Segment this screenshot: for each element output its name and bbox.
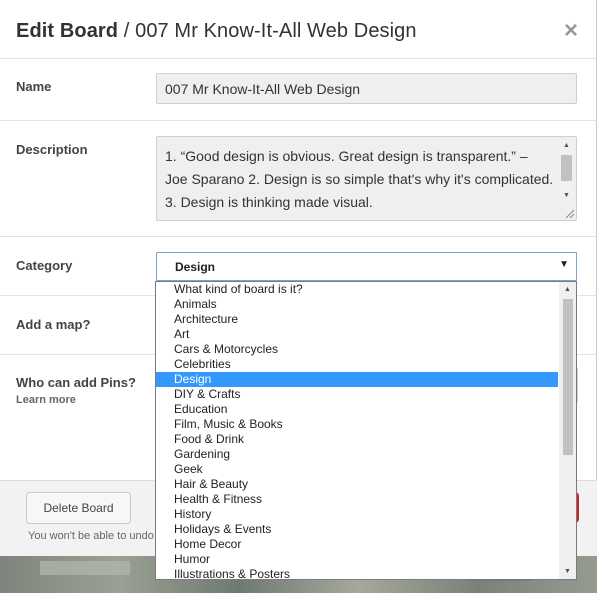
category-option[interactable]: Gardening <box>156 447 558 462</box>
name-row: Name 007 Mr Know-It-All Web Design <box>0 59 597 121</box>
scrollbar-thumb[interactable] <box>563 299 573 455</box>
category-option[interactable]: Art <box>156 327 558 342</box>
triangle-up-icon[interactable]: ▲ <box>560 140 573 152</box>
dropdown-scrollbar[interactable]: ▲ ▼ <box>559 282 576 579</box>
category-option[interactable]: Holidays & Events <box>156 522 558 537</box>
delete-board-button[interactable]: Delete Board <box>26 492 131 524</box>
triangle-up-icon[interactable]: ▲ <box>559 282 576 297</box>
category-option[interactable]: Cars & Motorcycles <box>156 342 558 357</box>
resize-grip-icon[interactable] <box>564 208 574 218</box>
pins-label: Who can add Pins? <box>16 375 136 390</box>
learn-more-link[interactable]: Learn more <box>16 394 76 406</box>
category-option[interactable]: Design <box>156 372 558 387</box>
category-option[interactable]: What kind of board is it? <box>156 282 558 297</box>
delete-warning-text: You won't be able to undo <box>28 530 154 542</box>
description-text: 1. “Good design is obvious. Great design… <box>165 148 554 210</box>
modal-header: Edit Board / 007 Mr Know-It-All Web Desi… <box>0 0 596 59</box>
category-options: What kind of board is it? Animals Architec… <box>156 282 576 579</box>
edit-board-modal: Edit Board / 007 Mr Know-It-All Web Desi… <box>0 0 597 580</box>
description-row: Description 1. “Good design is obvious. … <box>0 121 597 237</box>
category-option[interactable]: Film, Music & Books <box>156 417 558 432</box>
category-option[interactable]: DIY & Crafts <box>156 387 558 402</box>
category-option[interactable]: Geek <box>156 462 558 477</box>
description-label: Description <box>16 142 88 157</box>
category-option[interactable]: Celebrities <box>156 357 558 372</box>
category-dropdown-list[interactable]: What kind of board is it? Animals Architec… <box>155 281 577 580</box>
modal-title: Edit Board / 007 Mr Know-It-All Web Desi… <box>16 20 417 43</box>
title-separator: / <box>118 20 136 42</box>
category-option[interactable]: Health & Fitness <box>156 492 558 507</box>
name-label: Name <box>16 79 52 94</box>
close-icon[interactable]: × <box>560 19 582 43</box>
triangle-down-icon[interactable]: ▼ <box>559 564 576 579</box>
category-option[interactable]: Education <box>156 402 558 417</box>
category-option[interactable]: Humor <box>156 552 558 567</box>
triangle-down-icon: ▼ <box>559 259 569 270</box>
category-option[interactable]: Illustrations & Posters <box>156 567 558 579</box>
category-option[interactable]: Food & Drink <box>156 432 558 447</box>
name-input[interactable]: 007 Mr Know-It-All Web Design <box>156 73 577 104</box>
category-option[interactable]: Home Decor <box>156 537 558 552</box>
category-selected-value: Design <box>175 260 216 274</box>
category-select[interactable]: Design ▼ <box>156 252 577 281</box>
category-option[interactable]: History <box>156 507 558 522</box>
triangle-down-icon[interactable]: ▼ <box>560 190 573 202</box>
scrollbar-thumb[interactable] <box>561 155 572 181</box>
title-edit-board: Edit Board <box>16 20 119 42</box>
textarea-scrollbar[interactable]: ▲ ▼ <box>560 140 573 202</box>
category-option[interactable]: Animals <box>156 297 558 312</box>
title-board-name: 007 Mr Know-It-All Web Design <box>135 20 417 42</box>
description-textarea[interactable]: 1. “Good design is obvious. Great design… <box>156 136 577 221</box>
map-label: Add a map? <box>16 317 91 332</box>
category-label: Category <box>16 258 73 273</box>
map-road <box>40 561 130 575</box>
category-option[interactable]: Architecture <box>156 312 558 327</box>
category-option[interactable]: Hair & Beauty <box>156 477 558 492</box>
